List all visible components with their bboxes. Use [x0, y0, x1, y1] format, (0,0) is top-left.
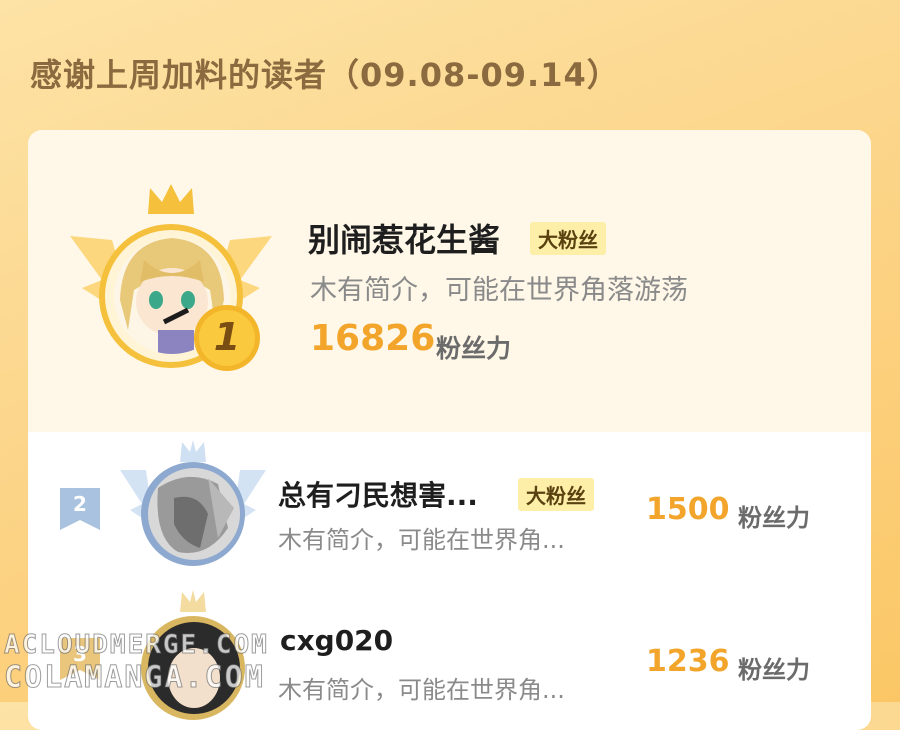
user-intro: 木有简介，可能在世界角...	[278, 526, 565, 554]
fan-power-score: 16826	[310, 318, 436, 359]
fan-power-label: 粉丝力	[436, 334, 512, 363]
user-name[interactable]: cxg020	[280, 624, 393, 657]
fan-power-label: 粉丝力	[738, 656, 810, 684]
fan-level-badge: 大粉丝	[518, 478, 594, 511]
watermark-line-2: COLAMANGA.COM	[4, 660, 265, 696]
fan-power-score: 1500	[646, 492, 730, 527]
fan-power-label: 粉丝力	[738, 504, 810, 532]
rank-2-badge: 2	[58, 486, 102, 532]
user-intro: 木有简介，可能在世界角...	[278, 676, 565, 704]
user-name[interactable]: 总有刁民想害...	[278, 474, 478, 514]
fan-power-score: 1236	[646, 644, 730, 679]
rank-1-badge: 1	[192, 303, 262, 373]
user-intro: 木有简介，可能在世界角落游荡	[310, 275, 688, 306]
avatar[interactable]	[148, 468, 240, 560]
leaderboard-entry-1[interactable]: 1 别闹惹花生酱 大粉丝 木有简介，可能在世界角落游荡 16826 粉丝力	[28, 130, 871, 432]
leaderboard-entry-2[interactable]: 2 总有刁民想害... 大粉丝 木有简介，可能在世界角... 1500 粉丝力	[28, 432, 871, 582]
watermark-line-1: ACLOUDMERGE.COM	[4, 630, 269, 661]
user-name[interactable]: 别闹惹花生酱	[308, 215, 500, 261]
fan-level-badge: 大粉丝	[530, 222, 606, 255]
page-title: 感谢上周加料的读者（09.08-09.14）	[30, 56, 620, 94]
